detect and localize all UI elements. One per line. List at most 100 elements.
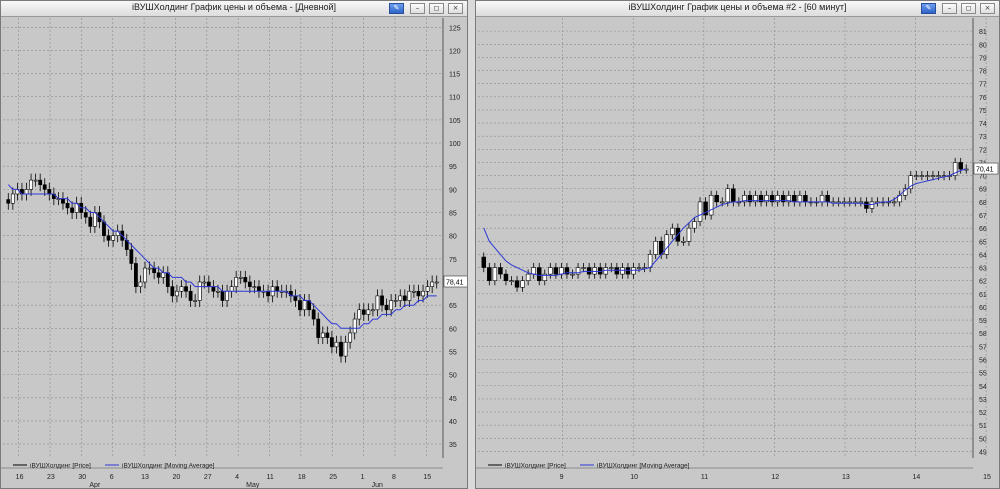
plot-area [478,18,972,458]
x-tick-label: 13 [141,474,149,481]
candle [343,341,348,357]
x-tick-label: 6 [110,474,114,481]
candle [29,179,33,190]
x-tick-label: 30 [78,474,86,481]
x-tick-label: 9 [560,474,564,481]
candle [686,227,692,242]
candle [329,337,334,348]
candle [38,179,43,186]
candle [492,267,498,281]
candle [47,189,52,195]
y-tick-label: 53 [979,397,987,404]
candle [275,286,280,292]
y-tick-label: 50 [979,436,987,443]
x-tick-label: 27 [204,474,212,481]
candle [234,277,239,287]
candle [803,195,808,203]
y-tick-label: 69 [979,187,987,194]
y-tick-label: 68 [979,200,987,207]
candle [384,304,389,311]
candle [891,201,897,204]
candle [581,267,586,269]
candle [412,290,416,293]
candle [380,295,384,306]
candle [421,290,425,297]
candle [425,286,430,292]
candle [293,295,298,301]
candle [65,202,70,209]
candle [714,195,719,203]
x-month-label: May [246,482,260,489]
candle [498,267,503,275]
y-tick-label: 67 [979,213,987,220]
hourly-price-chart[interactable]: 49 50 51 52 53 54 55 56 57 58 59 60 61 62 63 64 65 66 67 68… [476,1,1000,489]
x-tick-label: 13 [842,474,850,481]
y-tick-label: 90 [449,187,457,194]
y-tick-label: 65 [449,303,457,310]
candle [559,267,564,275]
x-month-label: Jun [372,482,383,489]
candle [325,332,330,338]
y-tick-label: 57 [979,344,987,351]
candle [302,300,307,311]
candle [636,267,642,269]
candle [434,281,439,284]
y-tick-label: 76 [979,95,987,102]
y-tick-label: 60 [449,326,457,333]
candle [819,195,825,203]
candle [592,267,597,275]
y-tick-label: 80 [449,234,457,241]
y-tick-label: 100 [449,141,461,148]
candle [211,286,216,292]
candle [175,290,179,297]
candle [339,341,343,357]
candle [692,221,697,229]
candle [143,267,147,283]
x-tick-label: 16 [16,474,24,481]
candle [398,295,403,301]
candle [298,300,302,311]
candle [366,309,371,315]
candle [731,188,736,203]
x-tick-label: 10 [630,474,638,481]
y-tick-label: 60 [979,305,987,312]
candle [416,290,421,297]
candle [487,267,492,281]
candle [188,290,193,301]
candle [531,267,536,275]
y-tick-label: 79 [979,55,987,62]
candle [202,281,207,284]
x-tick-label: 25 [329,474,337,481]
candle [102,221,106,236]
legend-label: iВУШХолдинг [Moving Average] [122,463,215,470]
candle [352,318,357,334]
candle [334,341,339,348]
y-tick-label: 81 [979,29,987,36]
candle [165,272,170,287]
y-tick-label: 73 [979,134,987,141]
y-tick-label: 58 [979,331,987,338]
candle [106,235,111,241]
candle [70,207,74,213]
candle [152,267,157,274]
candle [430,281,435,287]
candle [620,267,625,275]
candle [389,300,394,311]
candle [708,195,714,216]
candle [553,267,559,275]
y-tick-label: 45 [449,396,457,403]
candle [179,286,184,292]
y-tick-label: 75 [979,108,987,115]
daily-price-chart[interactable]: 3540455055606570758085909510010511011512… [1,1,468,489]
candle [375,295,380,311]
y-tick-label: 115 [449,72,460,79]
candle [864,201,869,209]
y-tick-label: 54 [979,384,987,391]
y-tick-label: 95 [449,164,457,171]
candle [357,309,362,320]
candle [371,309,375,312]
candle [670,227,675,236]
candle [88,216,93,227]
y-tick-label: 72 [979,147,987,154]
candle [252,286,257,288]
